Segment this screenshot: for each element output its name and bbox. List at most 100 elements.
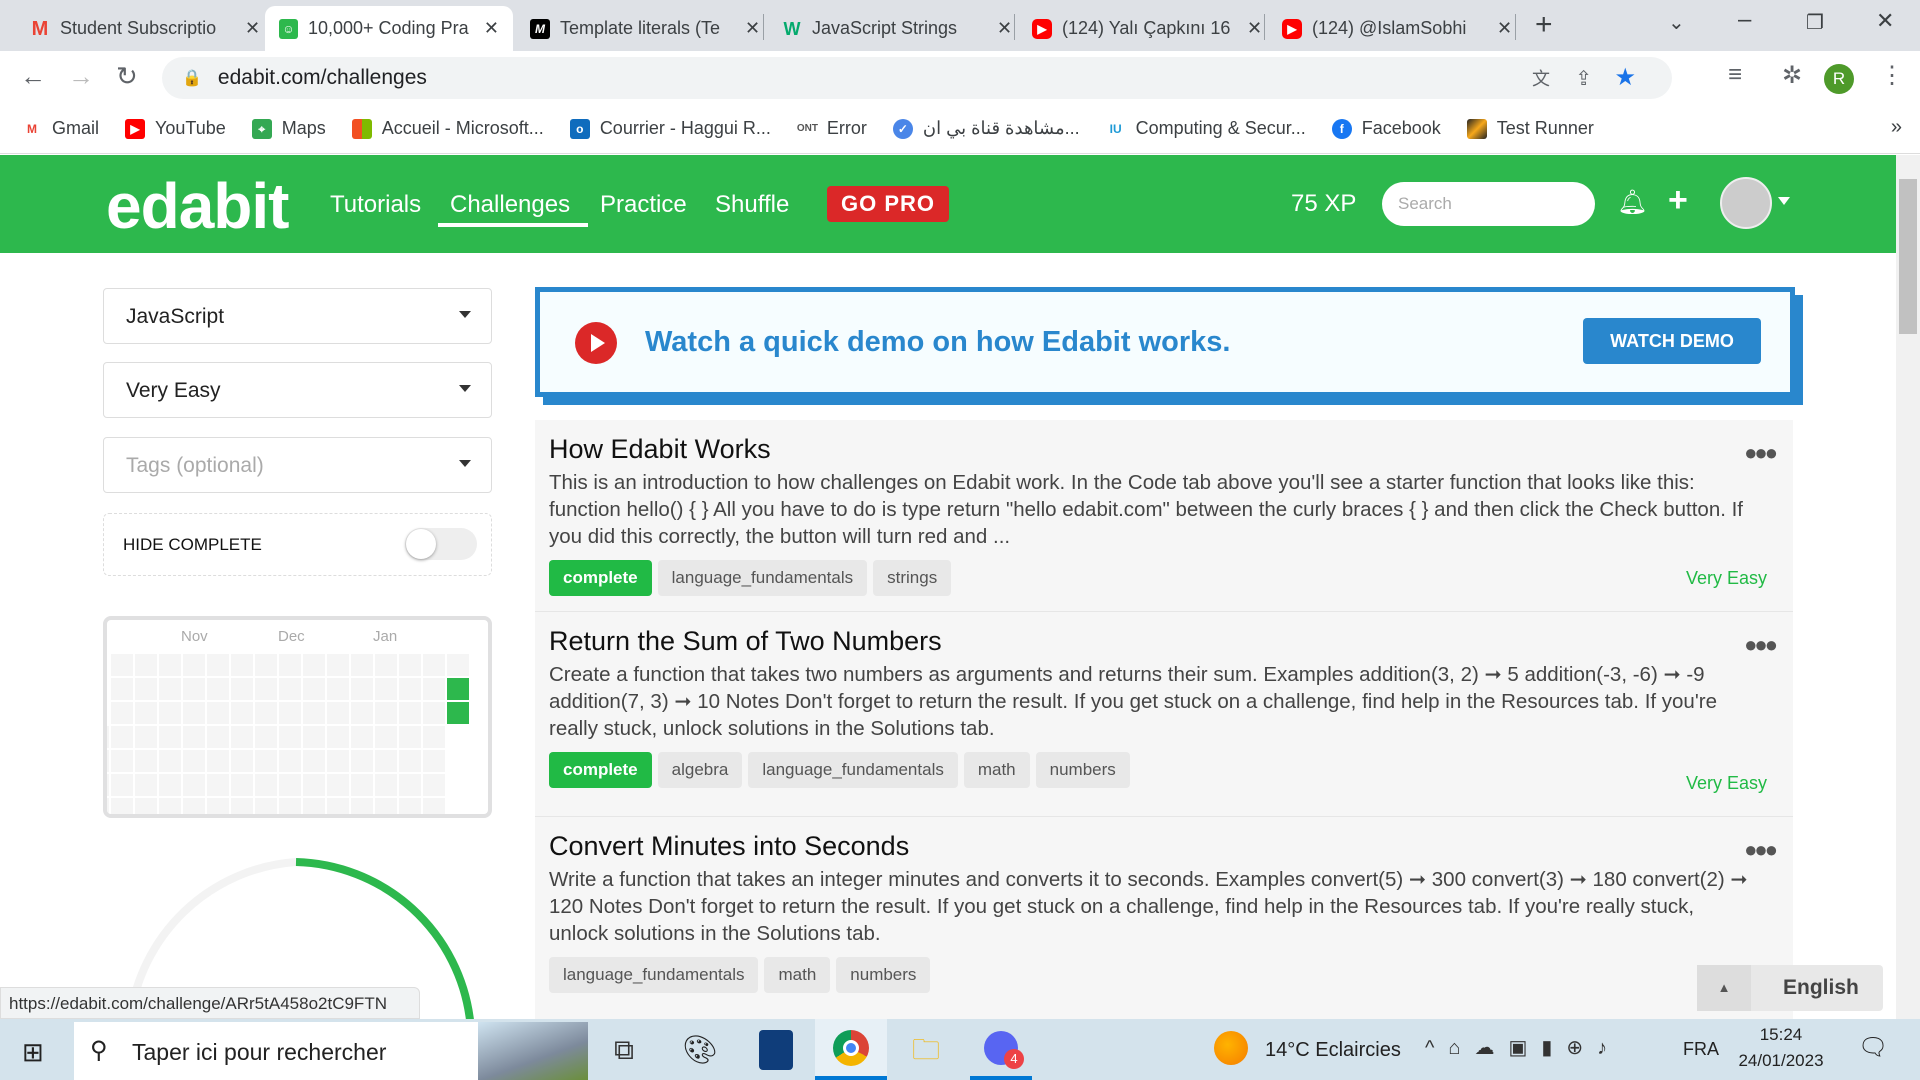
tag[interactable]: language_fundamentals — [748, 752, 958, 788]
bookmark-computing[interactable]: IU Computing & Secur... — [1106, 118, 1306, 139]
translate-icon[interactable]: 文 — [1532, 65, 1550, 91]
share-icon[interactable]: ⇪ — [1575, 66, 1592, 91]
back-icon[interactable]: ← — [20, 61, 46, 92]
more-options-icon[interactable]: ●●● — [1744, 632, 1778, 658]
address-bar[interactable]: 🔒 edabit.com/challenges ⇪ ★ 文 — [162, 57, 1672, 99]
task-view-icon[interactable]: ⧉ — [604, 1030, 644, 1070]
bookmark-youtube[interactable]: ▶ YouTube — [125, 118, 226, 139]
tag[interactable]: numbers — [836, 957, 931, 993]
clock[interactable]: 15:24 24/01/2023 — [1736, 1025, 1826, 1071]
tab-search-icon[interactable]: ⌄ — [1668, 10, 1685, 35]
hide-complete-toggle[interactable] — [405, 528, 477, 560]
tab-3[interactable]: W JavaScript Strings ✕ — [768, 6, 1026, 51]
tag[interactable]: language_fundamentals — [657, 560, 868, 596]
bookmark-error[interactable]: ONT Error — [797, 118, 867, 139]
challenge-card[interactable]: How Edabit Works This is an introduction… — [535, 420, 1793, 612]
challenge-title[interactable]: Convert Minutes into Seconds — [549, 831, 1779, 862]
close-window-button[interactable]: ✕ — [1876, 8, 1894, 34]
language-widget[interactable]: ▲ English — [1697, 965, 1883, 1011]
bookmark-bein[interactable]: ✓ مشاهدة قناة بي ان... — [892, 118, 1080, 139]
more-options-icon[interactable]: ●●● — [1744, 440, 1778, 466]
tag[interactable]: strings — [873, 560, 952, 596]
go-pro-button[interactable]: GO PRO — [827, 186, 949, 222]
system-tray-icons[interactable]: ^⌂☁▣▮⊕♪ — [1425, 1035, 1621, 1060]
minimize-button[interactable]: – — [1738, 6, 1751, 34]
restore-button[interactable]: ❐ — [1806, 10, 1824, 35]
bell-icon[interactable]: 🔔︎ — [1617, 188, 1647, 217]
calendar-day — [399, 774, 421, 796]
calendar-day — [303, 678, 325, 700]
nav-shuffle[interactable]: Shuffle — [715, 191, 789, 219]
notifications-icon[interactable]: 🗨︎ — [1858, 1033, 1888, 1062]
active-nav-underline — [438, 223, 588, 227]
tags-select[interactable]: Tags (optional) — [103, 437, 492, 493]
file-explorer-icon[interactable]: 🗀 — [906, 1030, 946, 1070]
complete-badge[interactable]: complete — [549, 560, 652, 596]
new-tab-button[interactable]: + — [1535, 8, 1553, 42]
bookmark-gmail[interactable]: M Gmail — [22, 118, 99, 139]
tag[interactable]: math — [963, 752, 1030, 788]
difficulty-select[interactable]: Very Easy — [103, 362, 492, 418]
close-icon[interactable]: ✕ — [1247, 18, 1262, 39]
challenge-title[interactable]: How Edabit Works — [549, 434, 1779, 465]
scrollbar[interactable] — [1896, 155, 1920, 1019]
nav-tutorials[interactable]: Tutorials — [330, 191, 421, 219]
challenge-card[interactable]: Return the Sum of Two Numbers Create a f… — [535, 612, 1793, 817]
tab-5[interactable]: ▶ (124) @IslamSobhi ✕ — [1268, 6, 1526, 51]
activity-calendar: Nov Dec Jan — [103, 616, 492, 818]
tag[interactable]: math — [764, 957, 831, 993]
watch-demo-button[interactable]: WATCH DEMO — [1583, 318, 1761, 364]
url-text[interactable]: edabit.com/challenges — [218, 66, 427, 90]
chevron-down-icon[interactable] — [1778, 197, 1790, 211]
language-select[interactable]: JavaScript — [103, 288, 492, 344]
nav-practice[interactable]: Practice — [600, 191, 687, 219]
bookmark-microsoft[interactable]: Accueil - Microsoft... — [351, 118, 544, 139]
windows-start-icon[interactable]: ⊞ — [22, 1037, 44, 1068]
taskbar-search[interactable]: ⚲ Taper ici pour rechercher — [74, 1022, 588, 1080]
reload-icon[interactable]: ↻ — [116, 61, 138, 92]
bookmark-maps[interactable]: ⌖ Maps — [251, 118, 326, 139]
tab-2[interactable]: M Template literals (Te ✕ — [516, 6, 774, 51]
close-icon[interactable]: ✕ — [997, 18, 1012, 39]
close-icon[interactable]: ✕ — [245, 18, 260, 39]
discord-taskbar-button[interactable]: 4 — [970, 1019, 1032, 1080]
close-icon[interactable]: ✕ — [1497, 18, 1512, 39]
tag[interactable]: numbers — [1035, 752, 1130, 788]
more-bookmarks-button[interactable]: » — [1891, 116, 1902, 139]
chrome-taskbar-button[interactable] — [815, 1019, 887, 1080]
forward-icon[interactable]: → — [68, 61, 94, 92]
weather-text[interactable]: 14°C Eclaircies — [1265, 1039, 1401, 1062]
bookmark-test-runner[interactable]: Test Runner — [1466, 118, 1594, 139]
paint-icon[interactable]: 🎨︎ — [680, 1030, 720, 1070]
store-icon[interactable] — [759, 1030, 793, 1070]
bookmark-label: Courrier - Haggui R... — [599, 118, 771, 138]
search-input[interactable]: Search — [1382, 182, 1595, 226]
extensions-icon[interactable]: ✲ — [1782, 61, 1802, 90]
reading-list-icon[interactable]: ≡ — [1728, 61, 1742, 89]
tab-0[interactable]: M Student Subscriptio ✕ — [16, 6, 274, 51]
menu-icon[interactable]: ⋮ — [1880, 61, 1904, 90]
logo[interactable]: edabit — [106, 169, 289, 243]
bookmark-star-icon[interactable]: ★ — [1614, 63, 1636, 92]
input-language[interactable]: FRA — [1683, 1039, 1719, 1060]
tag[interactable]: algebra — [657, 752, 743, 788]
close-icon[interactable]: ✕ — [484, 18, 499, 39]
complete-badge[interactable]: complete — [549, 752, 652, 788]
calendar-day — [351, 750, 373, 772]
profile-avatar[interactable]: R — [1824, 64, 1854, 94]
scroll-top-icon[interactable]: ▲ — [1697, 965, 1751, 1011]
plus-icon[interactable]: + — [1668, 181, 1688, 220]
challenge-title[interactable]: Return the Sum of Two Numbers — [549, 626, 1779, 657]
nav-challenges[interactable]: Challenges — [450, 191, 570, 219]
status-url: https://edabit.com/challenge/ARr5tA458o2… — [0, 987, 420, 1019]
bookmark-outlook[interactable]: o Courrier - Haggui R... — [569, 118, 771, 139]
challenge-card[interactable]: Convert Minutes into Seconds Write a fun… — [535, 817, 1793, 1027]
close-icon[interactable]: ✕ — [745, 18, 760, 39]
tag[interactable]: language_fundamentals — [549, 957, 759, 993]
play-icon[interactable] — [575, 322, 617, 364]
bookmark-facebook[interactable]: f Facebook — [1331, 118, 1441, 139]
more-options-icon[interactable]: ●●● — [1744, 837, 1778, 863]
avatar[interactable] — [1720, 177, 1772, 229]
tab-4[interactable]: ▶ (124) Yalı Çapkını 16 ✕ — [1018, 6, 1276, 51]
tab-1[interactable]: ☺ 10,000+ Coding Pra ✕ — [265, 6, 513, 51]
